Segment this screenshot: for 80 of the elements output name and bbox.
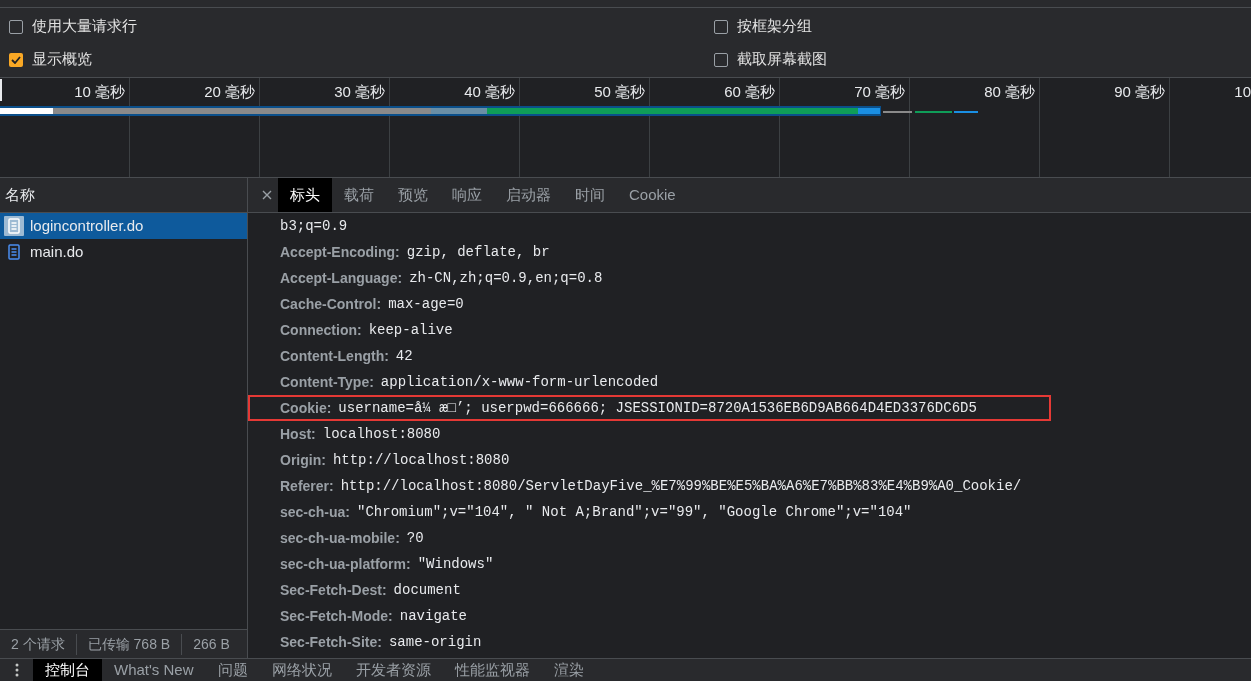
header-name: sec-ch-ua: [280,502,351,522]
time-tick-label: 50 毫秒 [594,83,645,101]
header-name: Cookie: [280,398,332,418]
header-value: same-origin [388,632,482,652]
header-value: "Chromium";v="104", " Not A;Brand";v="99", "Google Chrome";v="104" [357,502,912,522]
header-value: username=å¼ æ□’; userpwd=666666; JSESSIONID=8720A1536EB6D9AB664D4ED3376DC6D5 [338,398,977,418]
header-value: application/x-www-form-urlencoded [380,372,659,392]
detail-tab[interactable]: 标头 [278,178,332,212]
header-value: zh-CN,zh;q=0.9,en;q=0.8 [409,268,603,288]
checkbox[interactable] [9,19,23,34]
request-row[interactable]: main.do [0,239,247,265]
header-value: ?0 [406,528,424,548]
time-tick-label: 10 毫秒 [74,83,125,101]
header-value: b3;q=0.9 [280,216,348,236]
drawer-tab[interactable]: 问题 [205,659,260,681]
checkbox[interactable] [714,52,728,67]
request-name: logincontroller.do [30,215,144,236]
header-name: Accept-Encoding: [280,242,400,262]
drawer-tab[interactable]: 控制台 [33,659,102,681]
detail-tab[interactable]: 载荷 [332,178,386,212]
detail-tab[interactable]: 启动器 [494,178,563,212]
header-value: max-age=0 [388,294,464,314]
detail-tab[interactable]: 预览 [386,178,440,212]
column-header[interactable]: 名称 [5,183,35,207]
drawer-tab[interactable]: 渲染 [541,659,596,681]
time-tick-label: 20 毫秒 [204,83,255,101]
header-name: Sec-Fetch-Mode: [280,606,393,626]
time-tick-label: 90 毫秒 [1114,83,1165,101]
request-row[interactable]: logincontroller.do [0,213,247,239]
header-name: sec-ch-ua-mobile: [280,528,400,548]
header-name: Content-Length: [280,346,389,366]
time-tick-label: 40 毫秒 [464,83,515,101]
checkbox-label: 截取屏幕截图 [737,49,827,70]
range-start-marker[interactable] [0,79,2,101]
timing-line [915,111,952,113]
checkbox-label: 按框架分组 [737,16,812,37]
header-value: "Windows" [417,554,494,574]
header-name: Referer: [280,476,334,496]
timing-line [954,111,978,113]
checkbox-label: 显示概览 [32,49,92,70]
detail-tab[interactable]: Cookie [617,178,688,212]
checkbox[interactable] [714,19,728,34]
header-name: Host: [280,424,316,444]
header-value: document [393,580,461,600]
time-tick-label: 10 [1234,83,1251,101]
header-name: sec-ch-ua-platform: [280,554,411,574]
detail-tab[interactable]: 时间 [563,178,617,212]
checkbox-label: 使用大量请求行 [32,16,137,37]
time-tick-label: 70 毫秒 [854,83,905,101]
header-name: Accept-Language: [280,268,403,288]
header-value: http://localhost:8080/ServletDayFive_%E7%99%BE%E5%BA%A6%E7%BB%83%E4%B9%A0_Cookie/ [340,476,1022,496]
checkbox[interactable] [9,52,23,67]
header-name: Sec-Fetch-Dest: [280,580,387,600]
detail-tab[interactable]: 响应 [440,178,494,212]
header-value: navigate [399,606,467,626]
header-name: Content-Type: [280,372,374,392]
more-icon [14,663,19,677]
header-value: gzip, deflate, br [406,242,550,262]
timing-line [883,111,912,113]
time-tick-label: 60 毫秒 [724,83,775,101]
time-tick-label: 30 毫秒 [334,83,385,101]
status-text: 266 B [181,633,241,655]
drawer-tab[interactable]: 开发者资源 [343,659,443,681]
header-name: Cache-Control: [280,294,382,314]
time-tick-label: 80 毫秒 [984,83,1035,101]
header-value: localhost:8080 [322,424,441,444]
drawer-tab[interactable]: 网络状况 [259,659,344,681]
close-icon [262,190,272,200]
header-name: Connection: [280,320,362,340]
header-value: 42 [395,346,413,366]
header-value: keep-alive [368,320,453,340]
header-value: http://localhost:8080 [332,450,510,470]
status-text: 2 个请求 [10,634,66,654]
drawer-tab[interactable]: 性能监视器 [442,659,542,681]
status-text: 已传输 768 B [75,633,182,655]
header-name: Sec-Fetch-Site: [280,632,382,652]
document-icon [4,216,24,236]
request-name: main.do [30,241,84,262]
header-name: Origin: [280,450,326,470]
drawer-tab[interactable]: What's New [102,659,206,681]
